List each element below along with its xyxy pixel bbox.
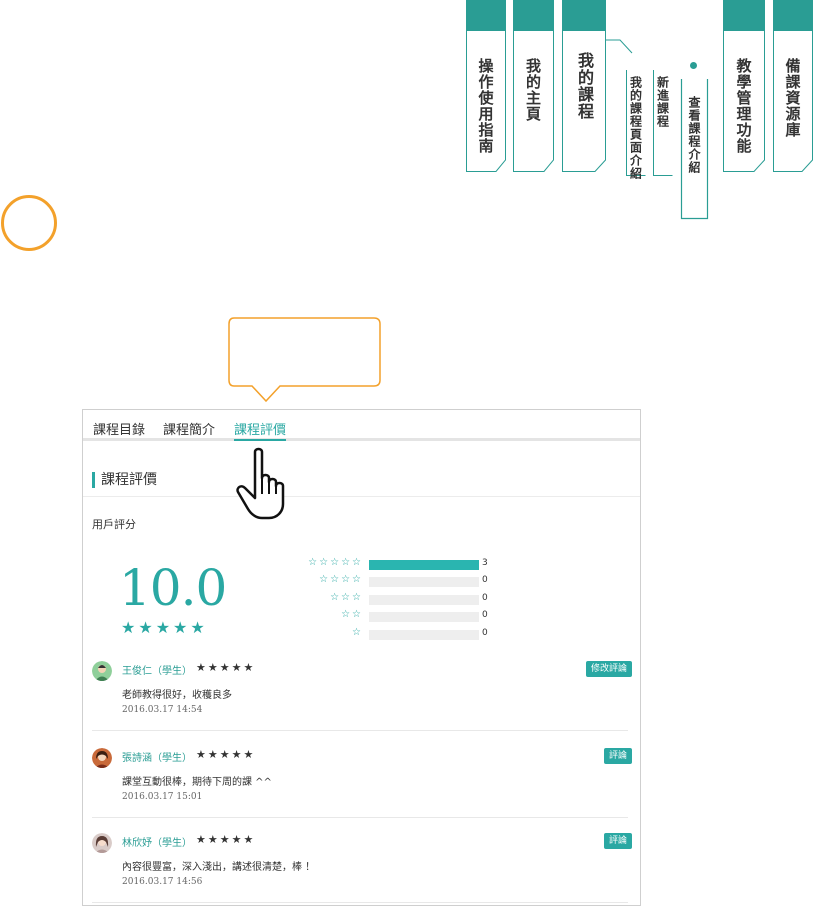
nav-sub-label: 我的課程頁面介紹 (628, 76, 643, 180)
rating-bar-track (369, 630, 479, 640)
divider (92, 817, 628, 818)
review-button[interactable]: 評論 (603, 748, 632, 764)
rating-count: 0 (482, 593, 488, 603)
rating-count: 0 (482, 610, 488, 620)
nav-tab-guide[interactable]: 操作使用指南 (466, 0, 506, 172)
nav-sub-label: 新進課程 (655, 76, 670, 128)
review-item: 王俊仁（學生） ★★★★★ 老師教得很好，收穫良多 2016.03.17 14:… (92, 661, 632, 721)
avatar (92, 661, 112, 681)
nav-tab-label: 備課資源庫 (783, 58, 802, 138)
nav-tab-my-courses[interactable]: 我的課程 (562, 0, 606, 172)
rating-bar-track (369, 612, 479, 622)
rating-row-4: ☆☆☆☆ 0 (295, 574, 495, 588)
nav-tab-resource-library[interactable]: 備課資源庫 (773, 0, 813, 172)
review-button[interactable]: 評論 (603, 833, 632, 849)
review-date: 2016.03.17 14:56 (122, 877, 203, 887)
nav-tab-label: 我的課程 (575, 52, 594, 120)
avatar (92, 833, 112, 853)
rating-row-3: ☆☆☆ 0 (295, 592, 495, 606)
rating-count: 0 (482, 575, 488, 585)
rating-row-2: ☆☆ 0 (295, 609, 495, 623)
star-icons: ☆ (352, 627, 363, 638)
divider (83, 496, 640, 497)
star-icons: ☆☆☆☆ (319, 574, 363, 585)
review-item: 張詩涵（學生） ★★★★★ 課堂互動很棒，期待下周的課 ^^ 2016.03.1… (92, 748, 632, 808)
overall-score: 10.0 (119, 559, 227, 617)
rating-bar-fill (369, 560, 479, 570)
star-icons: ☆☆☆☆☆ (308, 557, 363, 568)
nav-tab-label: 操作使用指南 (476, 58, 495, 154)
rating-count: 3 (482, 558, 488, 568)
avatar (92, 748, 112, 768)
rating-row-5: ☆☆☆☆☆ 3 (295, 557, 495, 571)
nav-sub-course-intro[interactable]: 查看課程介紹 (680, 0, 709, 220)
rating-bar-track (369, 577, 479, 587)
nav-sub-label: 查看課程介紹 (687, 96, 701, 174)
tab-course-intro[interactable]: 課程簡介 (163, 419, 215, 438)
review-text: 課堂互動很棒，期待下周的課 ^^ (122, 777, 272, 788)
section-title: 課程評價 (92, 472, 157, 488)
divider (92, 902, 628, 903)
review-date: 2016.03.17 15:01 (122, 792, 203, 802)
rating-row-1: ☆ 0 (295, 627, 495, 641)
course-review-panel: 課程目錄 課程簡介 課程評價 課程評價 用戶評分 10.0 ★★★★★ ☆☆☆☆… (82, 409, 641, 906)
review-stars: ★★★★★ (196, 833, 256, 846)
nav-tab-teaching-management[interactable]: 教學管理功能 (723, 0, 765, 172)
review-item: 林欣妤（學生） ★★★★★ 內容很豐富，深入淺出，講述很清楚，棒 ！ 2016.… (92, 833, 632, 893)
user-rating-label: 用戶評分 (92, 518, 136, 531)
rating-bar-track (369, 595, 479, 605)
overall-stars: ★★★★★ (121, 618, 208, 637)
reviewer-name[interactable]: 林欣妤（學生） (122, 834, 192, 849)
pointer-hand-icon (236, 447, 285, 520)
star-icons: ☆☆☆ (330, 592, 363, 603)
nav-tab-home[interactable]: 我的主頁 (513, 0, 554, 172)
reviewer-name[interactable]: 張詩涵（學生） (122, 749, 192, 764)
reviewer-name[interactable]: 王俊仁（學生） (122, 662, 192, 677)
review-text: 內容很豐富，深入淺出，講述很清楚，棒 ！ (122, 862, 316, 873)
step-marker-ring (1, 195, 57, 251)
review-date: 2016.03.17 14:54 (122, 705, 203, 715)
rating-count: 0 (482, 628, 488, 638)
edit-review-button[interactable]: 修改評論 (585, 661, 632, 677)
panel-tabs: 課程目錄 課程簡介 課程評價 (83, 410, 640, 441)
callout-bubble (228, 317, 381, 403)
nav-sub-new-courses[interactable]: 新進課程 (653, 0, 673, 176)
divider (92, 730, 628, 731)
rating-bar-track (369, 560, 479, 570)
nav-tab-label: 教學管理功能 (734, 58, 753, 154)
star-icons: ☆☆ (341, 609, 363, 620)
tab-course-review[interactable]: 課程評價 (234, 419, 287, 441)
review-stars: ★★★★★ (196, 661, 256, 674)
nav-tab-label: 我的主頁 (524, 58, 542, 122)
review-text: 老師教得很好，收穫良多 (122, 690, 232, 701)
tab-course-catalog[interactable]: 課程目錄 (93, 419, 145, 438)
review-stars: ★★★★★ (196, 748, 256, 761)
nav-sub-course-page-intro[interactable]: 我的課程頁面介紹 (626, 0, 646, 180)
